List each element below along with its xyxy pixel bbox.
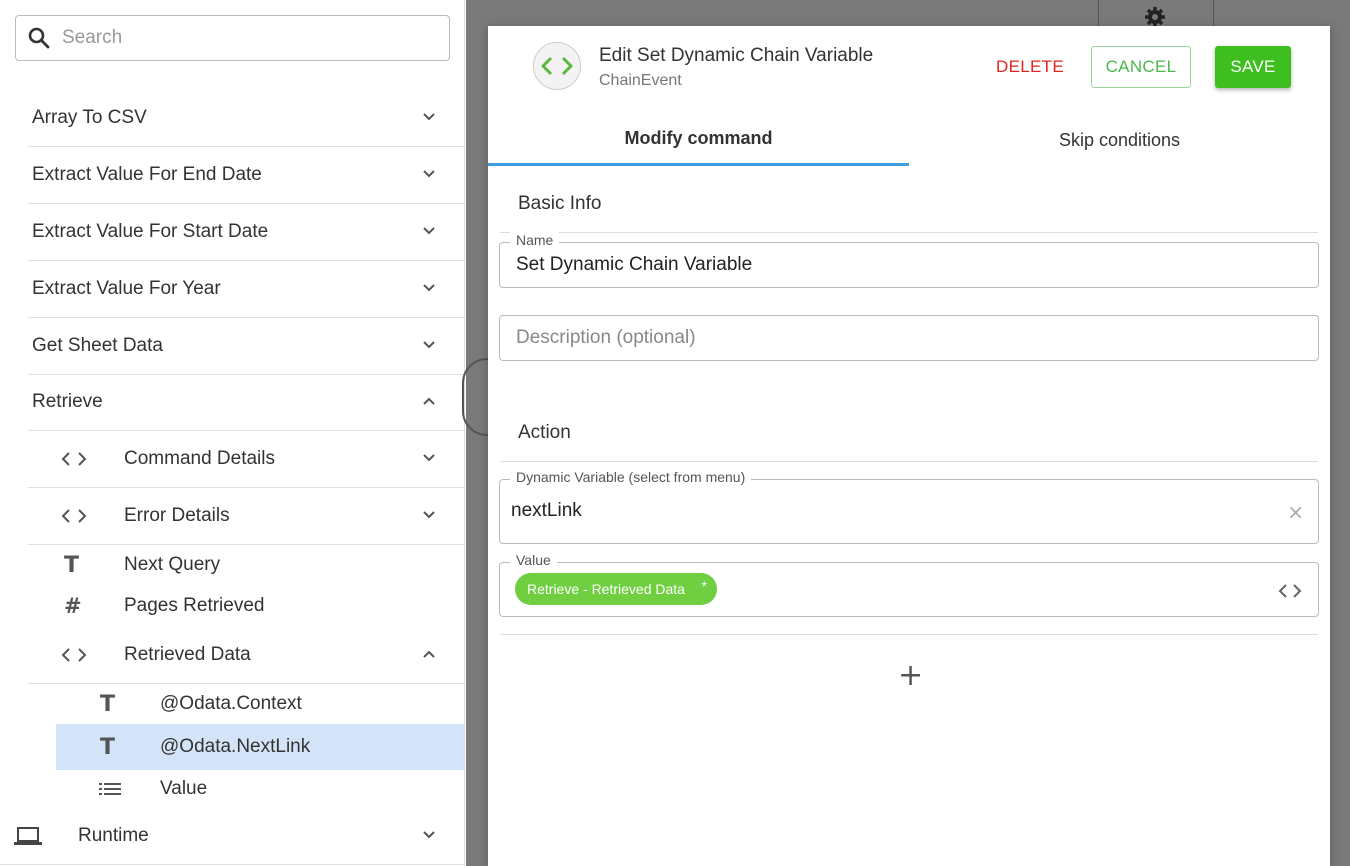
chevron-down-icon <box>423 341 435 349</box>
code-icon <box>61 452 87 466</box>
sidebar-item-get-sheet-data[interactable]: Get Sheet Data <box>28 318 464 375</box>
cancel-button[interactable]: CANCEL <box>1091 46 1191 88</box>
code-icon[interactable] <box>1278 583 1302 599</box>
delete-button[interactable]: DELETE <box>988 46 1072 88</box>
code-icon <box>541 56 573 76</box>
tab-modify-command[interactable]: Modify command <box>488 114 909 166</box>
sidebar-item-label: Extract Value For Start Date <box>32 221 269 242</box>
code-icon <box>61 648 87 662</box>
action-heading: Action <box>518 422 571 443</box>
command-sidebar: Array To CSV Extract Value For End Date … <box>0 0 465 866</box>
text-type-icon: T <box>100 734 116 760</box>
tab-skip-conditions[interactable]: Skip conditions <box>909 114 1330 166</box>
sidebar-item-label: Error Details <box>124 505 230 526</box>
value-chip-label: Retrieve - Retrieved Data <box>527 581 685 597</box>
sidebar-item-label: Retrieved Data <box>124 644 251 665</box>
value-field-label: Value <box>510 552 557 568</box>
description-placeholder: Description (optional) <box>516 327 696 348</box>
sidebar-item-extract-end-date[interactable]: Extract Value For End Date <box>28 147 464 204</box>
name-field-label: Name <box>510 232 560 248</box>
sidebar-item-label: Value <box>160 778 208 799</box>
sidebar-item-label: Pages Retrieved <box>124 595 265 616</box>
sidebar-item-value[interactable]: Value <box>56 770 464 808</box>
settings-node <box>1098 0 1214 27</box>
save-button[interactable]: SAVE <box>1215 46 1291 88</box>
sidebar-item-odata-nextlink[interactable]: T @Odata.NextLink <box>56 724 464 770</box>
dialog-tabs: Modify command Skip conditions <box>488 114 1330 166</box>
value-field[interactable]: Value Retrieve - Retrieved Data * <box>499 552 1319 617</box>
divider <box>500 634 1318 635</box>
chevron-down-icon <box>423 511 435 519</box>
dialog-title: Edit Set Dynamic Chain Variable <box>599 45 874 66</box>
chevron-up-icon <box>423 650 435 658</box>
dynamic-variable-label: Dynamic Variable (select from menu) <box>510 469 752 485</box>
sidebar-item-label: Extract Value For Year <box>32 278 221 299</box>
sidebar-item-label: @Odata.Context <box>160 693 302 714</box>
dialog-subtitle: ChainEvent <box>599 72 682 89</box>
gear-icon <box>1145 7 1165 27</box>
divider <box>500 232 1318 233</box>
name-field-value: Set Dynamic Chain Variable <box>516 254 753 275</box>
sidebar-item-label: Command Details <box>124 448 275 469</box>
search-input[interactable] <box>62 27 412 49</box>
chevron-down-icon <box>423 227 435 235</box>
dynamic-variable-select[interactable]: Dynamic Variable (select from menu) next… <box>499 469 1319 544</box>
code-icon <box>61 509 87 523</box>
edit-command-dialog: Edit Set Dynamic Chain Variable ChainEve… <box>488 26 1330 866</box>
basic-info-heading: Basic Info <box>518 193 602 214</box>
dynamic-variable-value: nextLink <box>511 500 582 521</box>
text-type-icon: T <box>64 552 80 578</box>
sidebar-item-next-query[interactable]: T Next Query <box>28 545 464 585</box>
clear-icon[interactable]: × <box>1287 500 1304 524</box>
sidebar-item-label: Get Sheet Data <box>32 335 163 356</box>
search-box[interactable] <box>15 15 450 61</box>
sidebar-item-label: Retrieve <box>32 391 103 412</box>
sidebar-item-command-details[interactable]: Command Details <box>28 431 464 488</box>
text-type-icon: T <box>100 691 116 717</box>
sidebar-item-label: Runtime <box>78 825 149 846</box>
sidebar-item-label: Next Query <box>124 554 221 575</box>
sidebar-item-retrieve[interactable]: Retrieve <box>28 374 464 431</box>
sidebar-item-pages-retrieved[interactable]: # Pages Retrieved <box>28 586 464 626</box>
sidebar-item-runtime[interactable]: Runtime <box>0 808 464 865</box>
sidebar-item-label: Extract Value For End Date <box>32 164 262 185</box>
command-type-icon <box>533 42 581 90</box>
sidebar-item-label: @Odata.NextLink <box>160 736 311 757</box>
chevron-down-icon <box>423 113 435 121</box>
sidebar-item-error-details[interactable]: Error Details <box>28 488 464 545</box>
divider <box>500 461 1318 462</box>
sidebar-item-label: Array To CSV <box>32 107 147 128</box>
chevron-down-icon <box>423 170 435 178</box>
sidebar-item-extract-year[interactable]: Extract Value For Year <box>28 261 464 318</box>
sidebar-item-retrieved-data[interactable]: Retrieved Data <box>28 627 464 684</box>
value-chip[interactable]: Retrieve - Retrieved Data * <box>515 573 717 605</box>
add-action-button[interactable]: + <box>898 661 923 691</box>
chevron-down-icon <box>423 454 435 462</box>
sidebar-item-array-to-csv[interactable]: Array To CSV <box>28 90 464 147</box>
description-field[interactable]: Description (optional) <box>499 315 1319 361</box>
number-type-icon: # <box>64 594 82 618</box>
sidebar-item-extract-start-date[interactable]: Extract Value For Start Date <box>28 204 464 261</box>
laptop-icon <box>14 827 42 845</box>
chevron-down-icon <box>423 831 435 839</box>
required-marker: * <box>701 578 707 594</box>
chevron-up-icon <box>423 397 435 405</box>
sidebar-item-odata-context[interactable]: T @Odata.Context <box>56 684 464 724</box>
name-field[interactable]: Name Set Dynamic Chain Variable <box>499 232 1319 288</box>
chevron-down-icon <box>423 284 435 292</box>
search-icon <box>28 27 50 49</box>
list-icon <box>99 783 121 795</box>
